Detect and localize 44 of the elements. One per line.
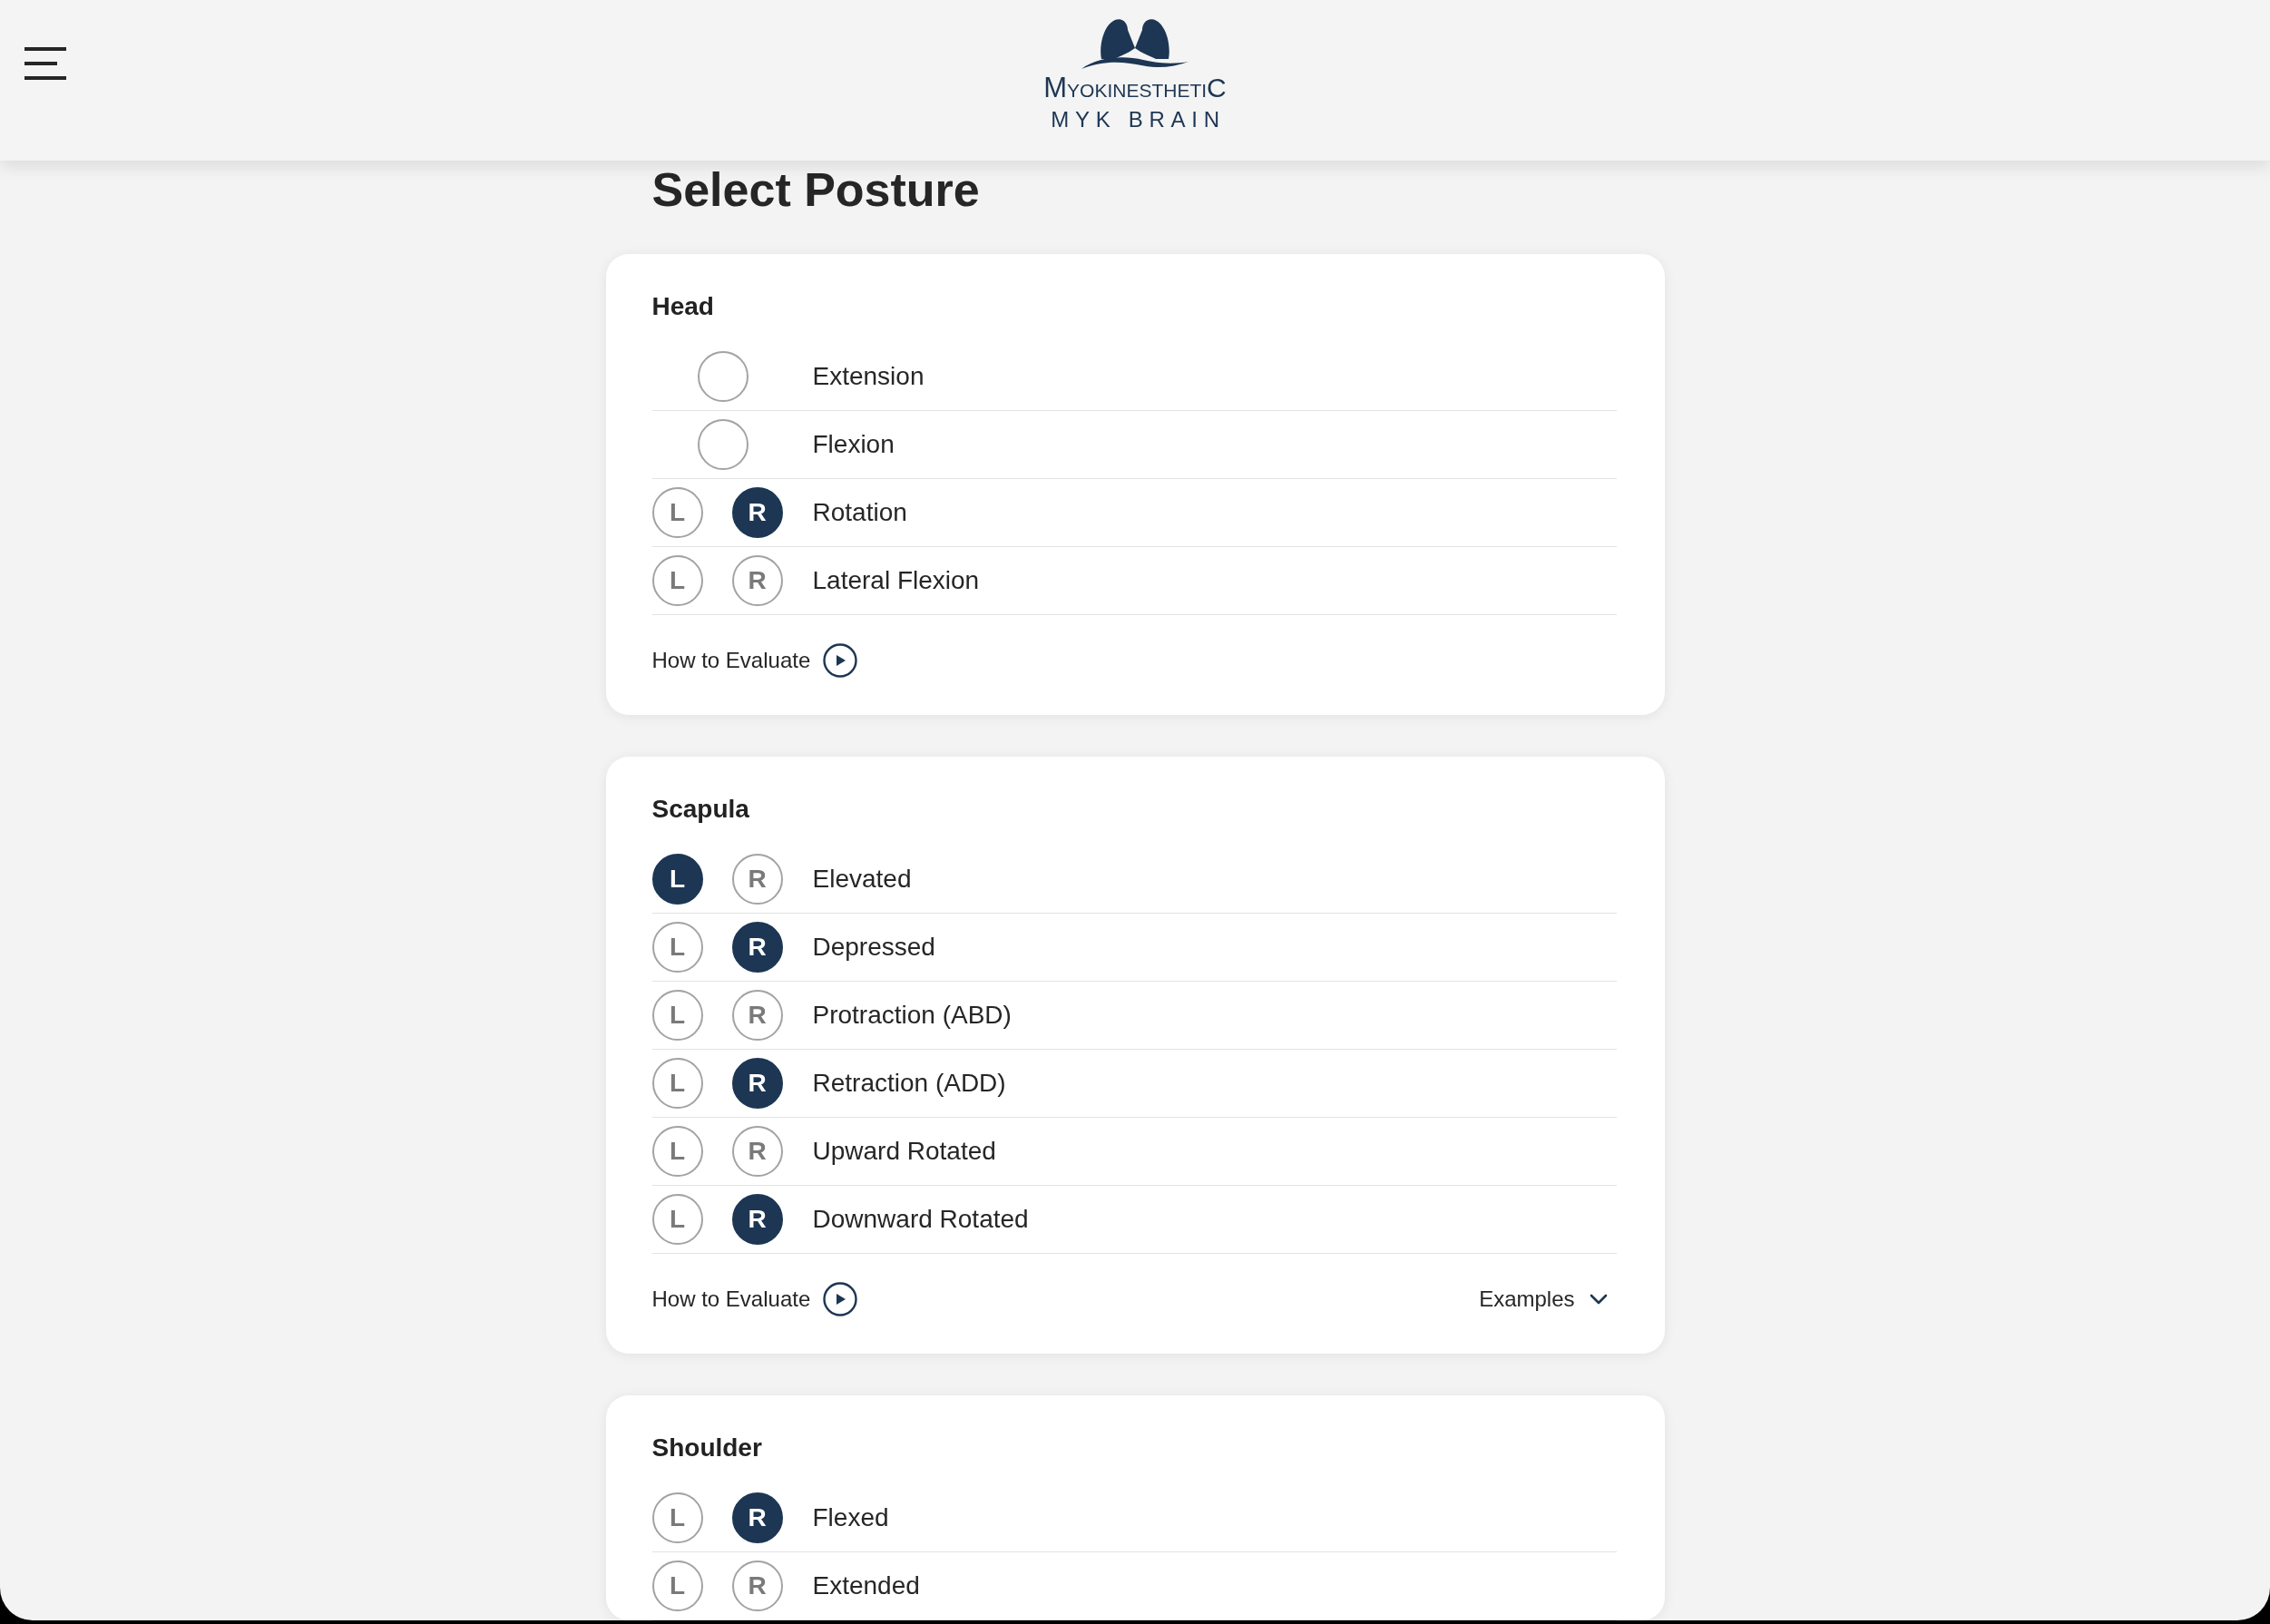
- posture-label: Protraction (ABD): [812, 1000, 1012, 1031]
- side-toggle[interactable]: L: [651, 1492, 703, 1543]
- play-icon: [823, 643, 858, 678]
- how-to-evaluate-link[interactable]: How to Evaluate: [651, 642, 858, 679]
- side-toggle[interactable]: R: [731, 854, 783, 905]
- side-toggle[interactable]: L: [651, 922, 703, 973]
- play-icon: [823, 1282, 858, 1316]
- side-toggle[interactable]: L: [651, 1194, 703, 1245]
- posture-label: Flexed: [812, 1502, 889, 1533]
- side-toggle[interactable]: L: [651, 1126, 703, 1177]
- logo-wordmark: MYOKINESTHETIC: [1043, 75, 1227, 103]
- side-toggle[interactable]: R: [731, 1560, 783, 1611]
- section-title: Scapula: [651, 795, 749, 824]
- side-toggle[interactable]: L: [651, 487, 703, 538]
- side-toggle[interactable]: L: [651, 990, 703, 1041]
- side-toggle[interactable]: L: [651, 1560, 703, 1611]
- posture-label: Upward Rotated: [812, 1136, 996, 1167]
- side-toggle[interactable]: R: [731, 555, 783, 606]
- posture-label: Lateral Flexion: [812, 565, 980, 596]
- side-toggle[interactable]: L: [651, 555, 703, 606]
- page-title: Select Posture: [651, 166, 980, 213]
- side-toggle[interactable]: L: [651, 1058, 703, 1109]
- posture-label: Downward Rotated: [812, 1204, 1029, 1235]
- side-toggle[interactable]: R: [731, 1194, 783, 1245]
- side-toggle[interactable]: R: [731, 1492, 783, 1543]
- side-toggle[interactable]: R: [731, 1126, 783, 1177]
- menu-icon: [24, 47, 66, 80]
- posture-label: Rotation: [812, 497, 907, 528]
- posture-label: Depressed: [812, 932, 935, 963]
- side-toggle[interactable]: R: [731, 487, 783, 538]
- posture-label: Retraction (ADD): [812, 1068, 1006, 1099]
- section-title: Head: [651, 292, 714, 321]
- side-toggle[interactable]: R: [731, 922, 783, 973]
- posture-label: Extension: [812, 361, 925, 392]
- side-toggle[interactable]: L: [651, 854, 703, 905]
- side-toggle[interactable]: R: [731, 990, 783, 1041]
- examples-toggle[interactable]: Examples: [1479, 1281, 1608, 1317]
- posture-label: Elevated: [812, 864, 912, 895]
- section-title: Shoulder: [651, 1433, 762, 1463]
- logo-subtitle: MYK BRAIN: [1050, 107, 1226, 132]
- side-toggle[interactable]: R: [731, 1058, 783, 1109]
- posture-label: Flexion: [812, 429, 895, 460]
- posture-label: Extended: [812, 1570, 920, 1601]
- how-to-evaluate-link[interactable]: How to Evaluate: [651, 1281, 858, 1317]
